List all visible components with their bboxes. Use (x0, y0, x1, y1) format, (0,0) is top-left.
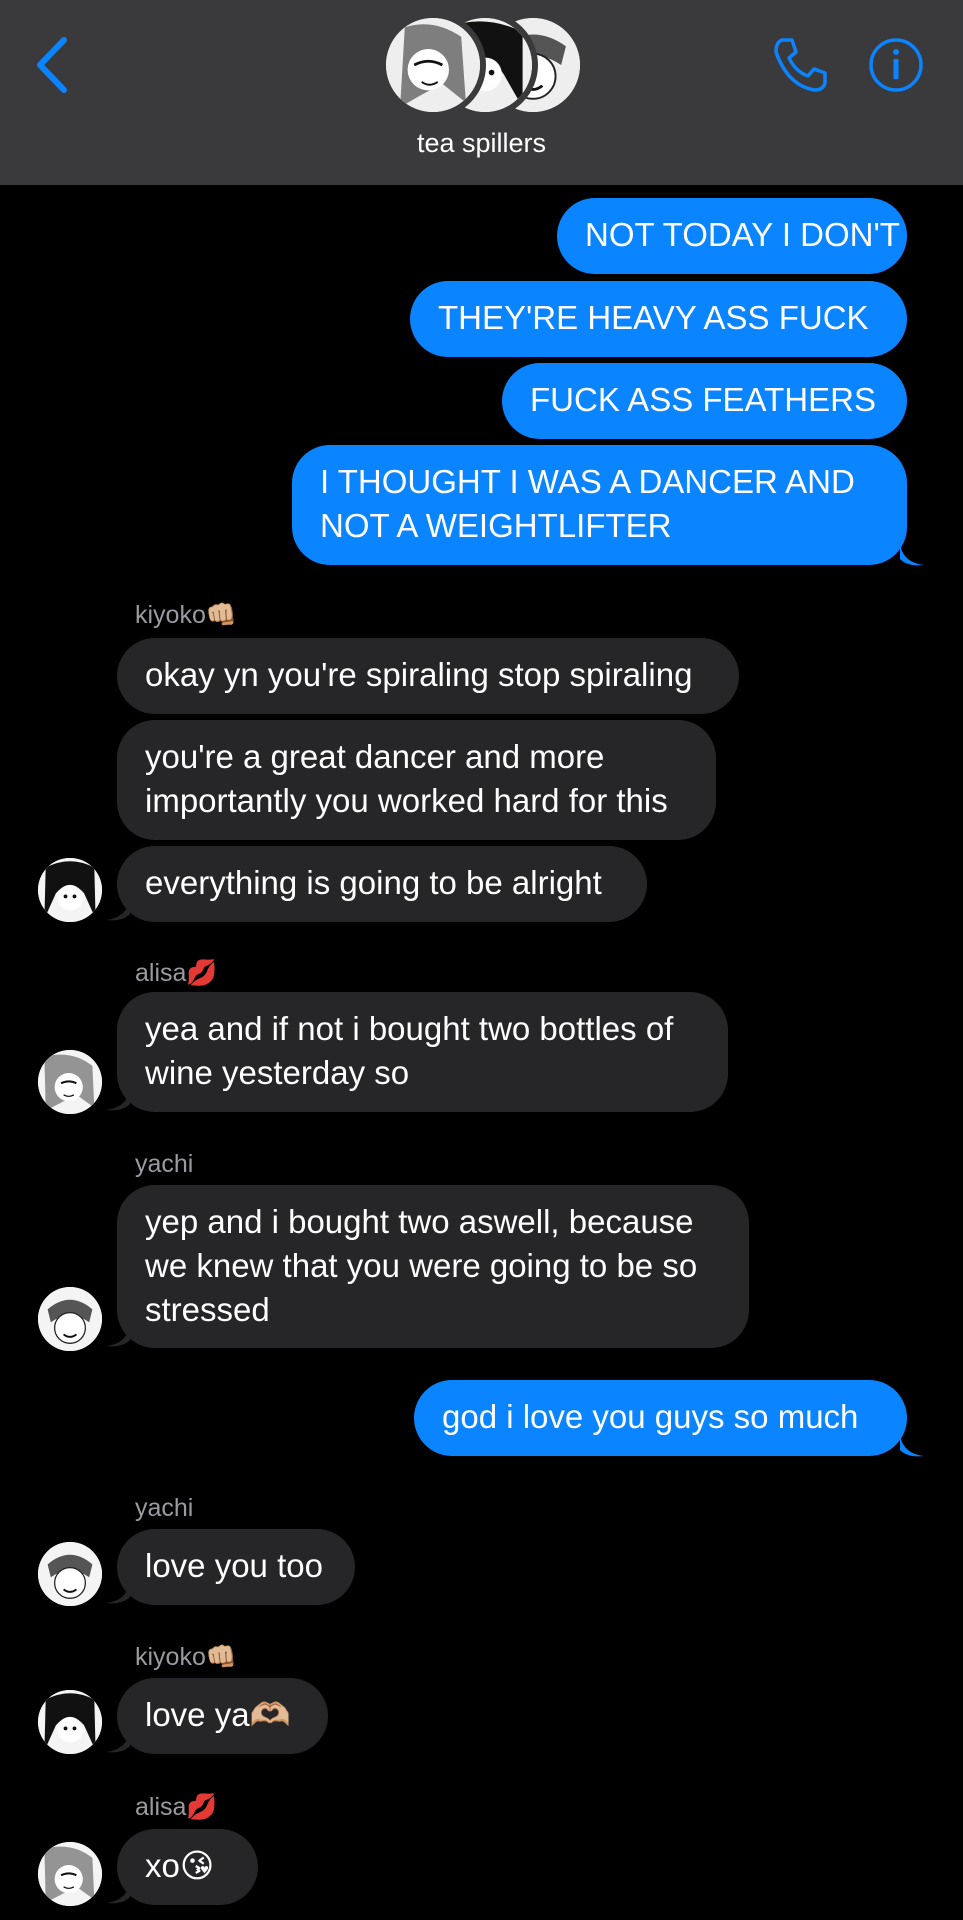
message-text-line: NOT A WEIGHTLIFTER (320, 507, 672, 544)
kiss-emoji: 😘 (179, 1846, 215, 1885)
avatar-kiyoko[interactable] (38, 1690, 102, 1754)
outgoing-message[interactable]: god i love you guys so much (414, 1380, 907, 1456)
bubble-tail (106, 1883, 130, 1904)
message-text-line: yea and if not i bought two bottles of (145, 1010, 674, 1047)
incoming-message[interactable]: okay yn you're spiraling stop spiraling (117, 638, 739, 714)
fist-emoji: 👊🏼 (205, 1642, 238, 1671)
message-text: love you too (145, 1547, 323, 1584)
sender-name: kiyoko👊🏼 (135, 1642, 238, 1671)
bubble-tail (900, 1436, 924, 1457)
fist-emoji: 👊🏼 (205, 600, 238, 629)
bubble-tail (106, 1583, 130, 1604)
group-avatars[interactable] (380, 6, 586, 126)
phone-icon (774, 38, 827, 92)
chevron-left-icon (37, 37, 67, 93)
group-name[interactable]: tea spillers (0, 128, 963, 159)
heart-hands-emoji: 🫶🏼 (249, 1695, 291, 1734)
avatar-yachi[interactable] (38, 1542, 102, 1606)
avatar-yachi[interactable] (38, 1287, 102, 1351)
sender-name: kiyoko👊🏼 (135, 600, 238, 629)
message-text: FUCK ASS FEATHERS (530, 381, 876, 418)
sender-name: yachi (135, 1150, 194, 1178)
lips-emoji: 💋 (186, 958, 218, 987)
bubble-tail (106, 1326, 130, 1347)
sender-name: alisa💋 (135, 1792, 218, 1821)
incoming-message[interactable]: love ya🫶🏼 (117, 1678, 328, 1754)
message-text-line: we knew that you were going to be so (145, 1247, 698, 1284)
avatar-kiyoko[interactable] (38, 858, 102, 922)
incoming-message[interactable]: xo😘 (117, 1829, 258, 1905)
message-text-line: you're a great dancer and more (145, 738, 605, 775)
message-text-line: wine yesterday so (145, 1054, 410, 1091)
message-text: NOT TODAY I DON'T (585, 216, 900, 253)
message-text: everything is going to be alright (145, 864, 602, 901)
bubble-tail (106, 1732, 130, 1753)
message-text: god i love you guys so much (442, 1398, 859, 1435)
bubble-tail (900, 545, 924, 566)
sender-name: yachi (135, 1494, 194, 1522)
incoming-message[interactable]: yep and i bought two aswell, because we … (117, 1185, 749, 1348)
lips-emoji: 💋 (186, 1792, 218, 1821)
bubble-tail (106, 1090, 130, 1111)
outgoing-message[interactable]: FUCK ASS FEATHERS (502, 363, 907, 439)
sender-name: alisa💋 (135, 958, 218, 987)
bubble-tail (106, 900, 130, 921)
message-text: okay yn you're spiraling stop spiraling (145, 656, 693, 693)
call-button[interactable] (768, 34, 830, 96)
avatar-alisa[interactable] (38, 1842, 102, 1906)
incoming-message[interactable]: everything is going to be alright (117, 846, 647, 922)
incoming-message[interactable]: you're a great dancer and more important… (117, 720, 716, 840)
back-button[interactable] (30, 30, 80, 100)
message-text: xo (145, 1847, 180, 1884)
info-icon (869, 38, 923, 92)
chat-header: tea spillers (0, 0, 963, 185)
avatar-alisa[interactable] (38, 1050, 102, 1114)
incoming-message[interactable]: yea and if not i bought two bottles of w… (117, 992, 728, 1112)
message-text: THEY'RE HEAVY ASS FUCK (438, 299, 869, 336)
outgoing-message[interactable]: I THOUGHT I WAS A DANCER AND NOT A WEIGH… (292, 445, 907, 565)
outgoing-message[interactable]: THEY'RE HEAVY ASS FUCK (410, 281, 907, 357)
message-text-line: importantly you worked hard for this (145, 782, 668, 819)
incoming-message[interactable]: love you too (117, 1529, 355, 1605)
info-button[interactable] (867, 36, 925, 94)
message-text-line: yep and i bought two aswell, because (145, 1203, 694, 1240)
message-text: love ya (145, 1696, 250, 1733)
member-avatar-alisa (380, 12, 486, 118)
outgoing-message[interactable]: NOT TODAY I DON'T (557, 198, 907, 274)
message-text-line: I THOUGHT I WAS A DANCER AND (320, 463, 855, 500)
message-text-line: stressed (145, 1291, 270, 1328)
